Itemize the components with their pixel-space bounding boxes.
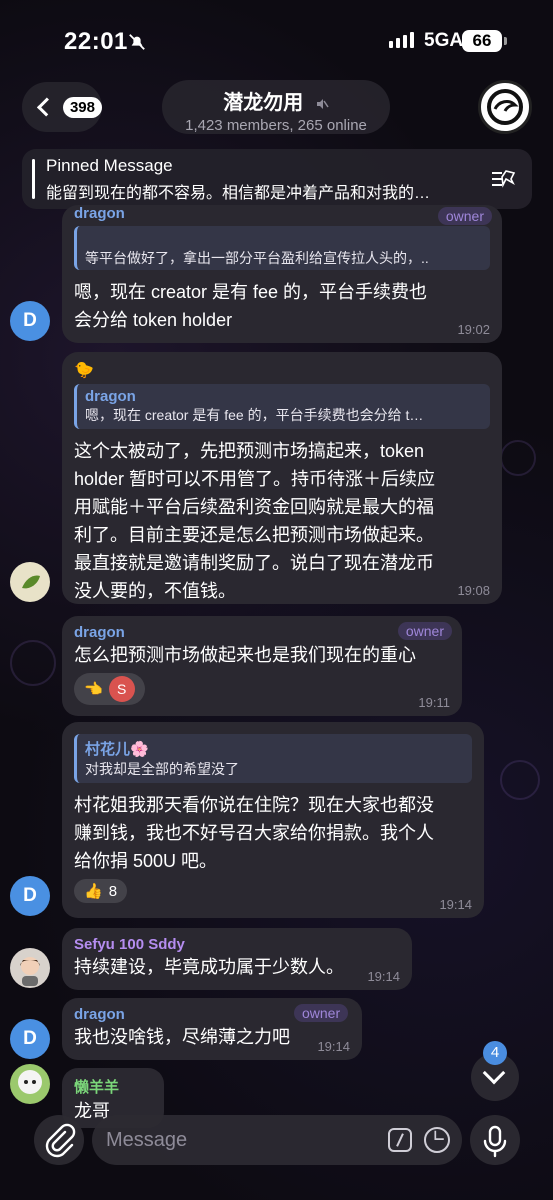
pin-list-icon[interactable] (490, 167, 516, 191)
paperclip-icon (45, 1123, 76, 1158)
muted-icon (316, 98, 329, 109)
point-hand-icon: 👈 (84, 681, 103, 698)
bell-off-icon (129, 34, 145, 50)
message-text: 给你捐 500U 吧。 (74, 851, 218, 871)
command-icon[interactable] (388, 1128, 412, 1152)
chat-subtitle: 1,423 members, 265 online (185, 117, 367, 134)
message-input[interactable] (106, 1127, 366, 1153)
signal-icon (389, 32, 414, 48)
dragon-logo-icon (487, 89, 523, 125)
message-time: 19:14 (367, 969, 400, 984)
avatar[interactable]: D (10, 876, 50, 916)
pepper-avatar-icon (22, 575, 40, 589)
owner-tag: owner (397, 622, 452, 640)
status-time: 22:01 (64, 28, 128, 55)
pinned-text: 能留到现在的都不容易。相信都是冲着产品和对我的… (46, 185, 431, 202)
reactor-avatar: S (108, 676, 135, 702)
reaction-pill[interactable]: 👍 8 (74, 879, 128, 903)
owner-tag: owner (294, 1004, 349, 1022)
status-bar: 22:01 5GA 66 (0, 0, 553, 80)
message-text: 嗯，现在 creator 是有 fee 的，平台手续费也 (74, 282, 428, 302)
microphone-icon (483, 1125, 507, 1158)
reaction-count: 8 (108, 882, 118, 900)
quote-name: 村花儿🌸 (85, 741, 149, 758)
chat-title-area[interactable]: 潜龙勿用 1,423 members, 265 online (162, 80, 390, 134)
message-text: 会分给 token holder (74, 310, 233, 330)
sender-name: Sefyu 100 Sddy (74, 936, 185, 953)
message-time: 19:14 (317, 1039, 350, 1054)
avatar[interactable] (10, 948, 50, 988)
attach-button[interactable] (34, 1115, 84, 1165)
back-button[interactable]: 398 (22, 82, 102, 132)
background-doodle (500, 440, 536, 476)
message-text: 持续建设，毕竟成功属于少数人。 (74, 957, 344, 977)
message-text: 怎么把预测市场做起来也是我们现在的重心 (74, 645, 416, 665)
avatar[interactable] (10, 1064, 50, 1104)
message-time: 19:14 (439, 897, 472, 912)
sender-name: dragon (74, 205, 125, 222)
reply-quote[interactable]: 等平台做好了，拿出一部分平台盈利给宣传拉人头的，.. (74, 226, 490, 270)
message-bubble[interactable]: dragon owner 怎么把预测市场做起来也是我们现在的重心 👈 S 19:… (62, 616, 462, 716)
message-text: 没人要的，不值钱。 (74, 581, 236, 601)
chick-emoji-icon: 🐤 (74, 362, 94, 379)
quote-text: 等平台做好了，拿出一部分平台盈利给宣传拉人头的，.. (85, 250, 429, 266)
reaction-pill[interactable]: 👈 S (74, 673, 145, 705)
microphone-button[interactable] (470, 1115, 520, 1165)
background-doodle (500, 760, 540, 800)
pinned-title: Pinned Message (46, 156, 173, 175)
battery-icon: 66 (462, 30, 507, 52)
chevron-down-icon (482, 1061, 506, 1085)
message-bubble[interactable]: dragon owner 等平台做好了，拿出一部分平台盈利给宣传拉人头的，.. … (62, 205, 502, 343)
unread-count-badge: 398 (62, 96, 102, 118)
message-text: holder 暂时可以不用管了。持币待涨＋后续应 (74, 469, 436, 489)
message-text: 用赋能＋平台后续盈利资金回购就是最大的福 (74, 497, 434, 517)
chat-title: 潜龙勿用 (223, 92, 304, 114)
sender-name: 懒羊羊 (74, 1079, 120, 1096)
girl-avatar-icon (20, 957, 40, 986)
message-bubble[interactable]: 村花儿🌸 对我却是全部的希望没了 村花姐我那天看你说在住院？现在大家也都没 赚到… (62, 722, 484, 918)
reply-quote[interactable]: dragon 嗯，现在 creator 是有 fee 的，平台手续费也会分给 t… (74, 384, 490, 429)
message-input-container[interactable] (92, 1115, 462, 1165)
message-text: 利了。目前主要还是怎么把预测市场做起来。 (74, 525, 434, 545)
background-doodle (10, 640, 56, 686)
network-label: 5GA (424, 30, 464, 51)
quote-text: 嗯，现在 creator 是有 fee 的，平台手续费也会分给 t… (85, 407, 424, 423)
message-text: 赚到钱，我也不好号召大家给你捐款。我个人 (74, 823, 434, 843)
reaction-emoji: 👍 (84, 883, 103, 900)
sticker-glyph-icon (434, 1130, 444, 1140)
group-avatar[interactable] (478, 80, 532, 134)
message-text: 这个太被动了，先把预测市场搞起来，token (74, 441, 425, 461)
avatar[interactable]: D (10, 301, 50, 341)
message-time: 19:02 (457, 322, 490, 337)
sticker-icon[interactable] (424, 1127, 450, 1153)
sheep-avatar-icon (18, 1070, 42, 1094)
quote-name: dragon (85, 388, 136, 405)
message-text: 村花姐我那天看你说在住院？现在大家也都没 (74, 795, 434, 815)
chevron-left-icon (36, 97, 57, 117)
pinned-message-bar[interactable]: Pinned Message 能留到现在的都不容易。相信都是冲着产品和对我的… (22, 149, 532, 209)
message-text: 我也没啥钱，尽绵薄之力吧 (74, 1027, 290, 1047)
owner-tag: owner (437, 207, 492, 225)
avatar[interactable]: D (10, 1019, 50, 1059)
avatar[interactable] (10, 562, 50, 602)
message-text: 最直接就是邀请制奖励了。说白了现在潜龙币 (74, 553, 434, 573)
message-bubble[interactable]: dragon owner 我也没啥钱，尽绵薄之力吧 19:14 (62, 998, 362, 1060)
quote-text: 对我却是全部的希望没了 (85, 761, 239, 777)
sender-name: dragon (74, 624, 125, 641)
unread-badge: 4 (483, 1041, 507, 1065)
message-bubble[interactable]: 🐤 dragon 嗯，现在 creator 是有 fee 的，平台手续费也会分给… (62, 352, 502, 604)
message-time: 19:11 (418, 695, 450, 710)
message-time: 19:08 (457, 583, 490, 598)
reply-quote[interactable]: 村花儿🌸 对我却是全部的希望没了 (74, 734, 472, 783)
message-bubble[interactable]: Sefyu 100 Sddy 持续建设，毕竟成功属于少数人。 19:14 (62, 928, 412, 990)
